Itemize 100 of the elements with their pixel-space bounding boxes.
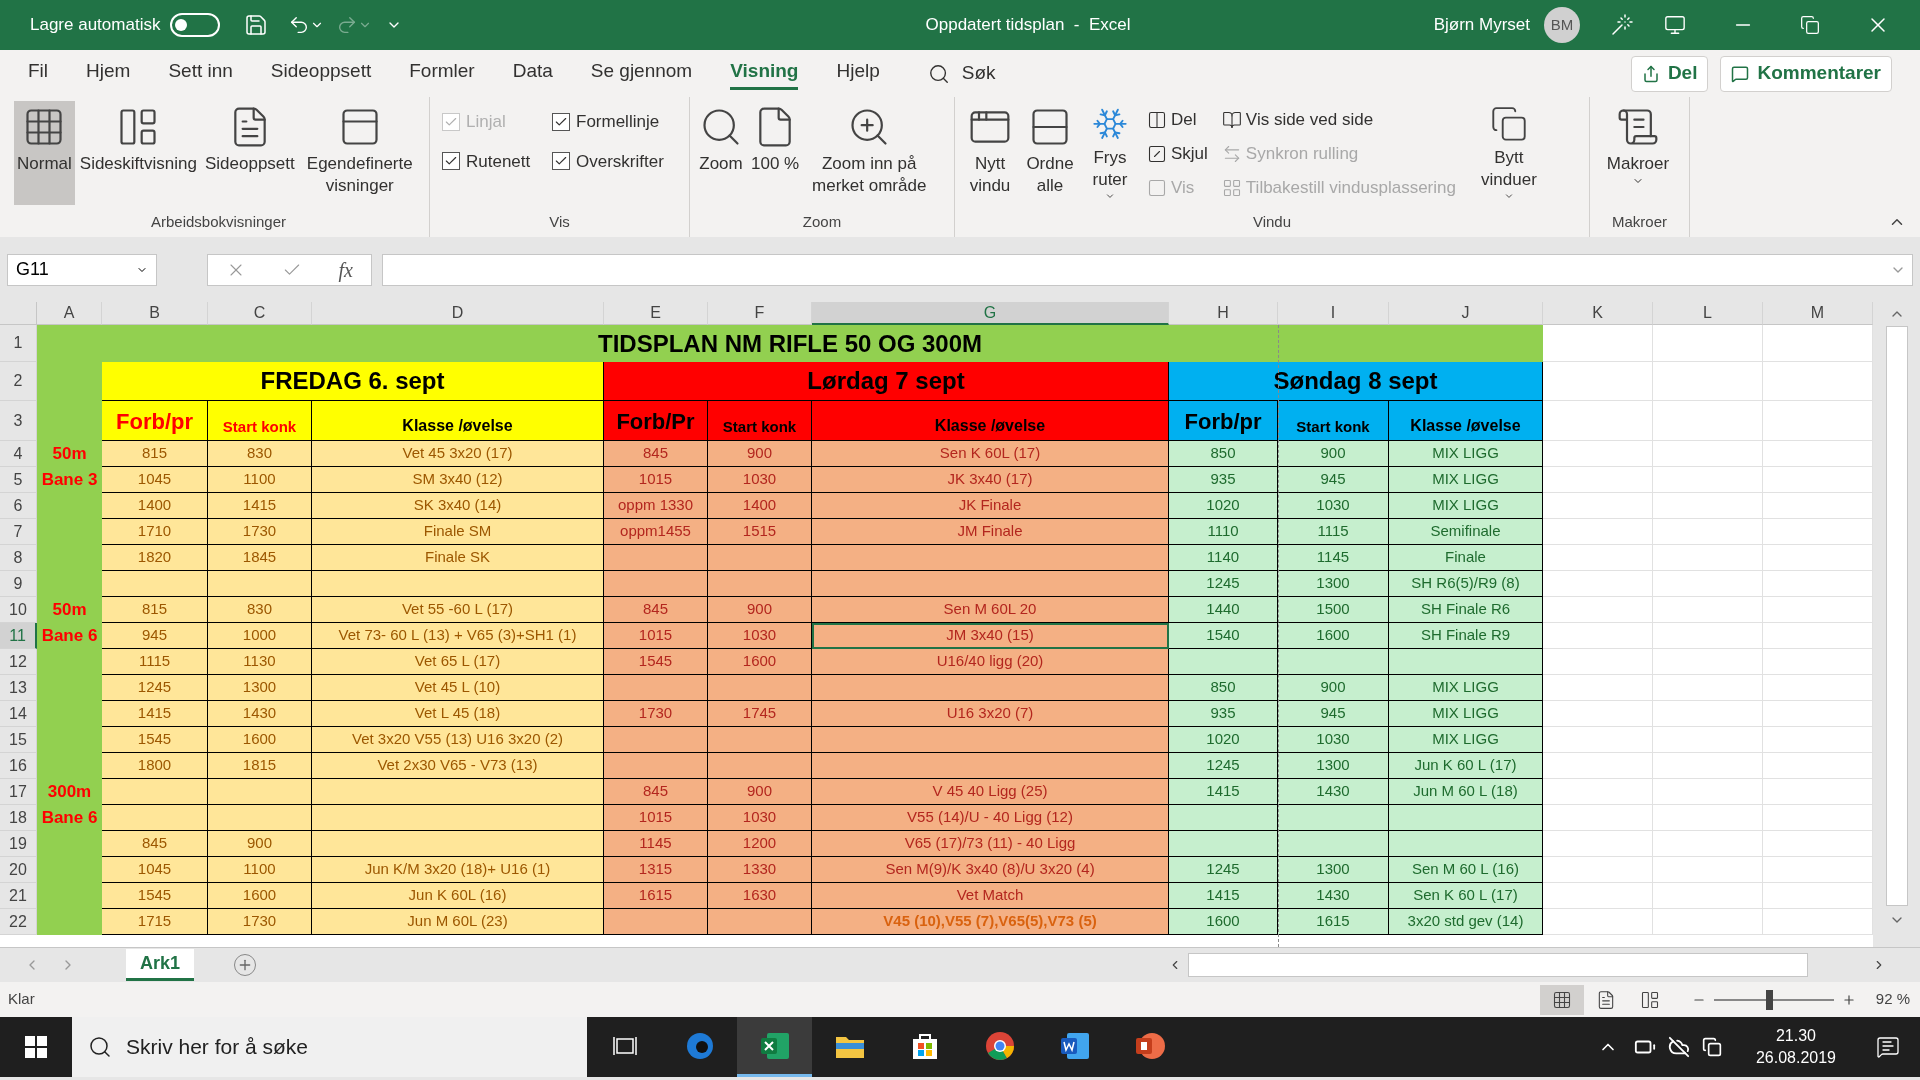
table-cell: 1030 xyxy=(708,467,812,493)
column-header[interactable]: A xyxy=(37,302,102,325)
ribbon-button[interactable]: Sideskiftvisning xyxy=(76,101,200,205)
sheet-tab[interactable]: Ark1 xyxy=(126,949,195,981)
table-cell: Bane 3 xyxy=(37,467,102,493)
user-avatar[interactable]: BM xyxy=(1544,7,1580,43)
checkbox[interactable]: Rutenett xyxy=(442,148,552,174)
row-number[interactable]: 10 xyxy=(0,597,37,623)
row-number[interactable]: 14 xyxy=(0,701,37,727)
row-number[interactable]: 22 xyxy=(0,909,37,935)
scrollbar-thumb[interactable] xyxy=(1885,326,1908,906)
table-cell: 850 xyxy=(1169,441,1278,467)
row-number[interactable]: 11 xyxy=(0,623,37,649)
ribbon-tab[interactable]: Sett inn xyxy=(168,56,233,91)
ribbon-button[interactable]: Vis side ved side xyxy=(1221,105,1456,135)
ribbon-button[interactable]: Del xyxy=(1147,105,1208,135)
column-heading: Klasse /øvelse xyxy=(312,401,604,441)
cloud-icon[interactable] xyxy=(1667,1036,1690,1058)
restore-icon[interactable] xyxy=(1800,15,1820,35)
table-cell: 1615 xyxy=(1278,909,1389,935)
column-header[interactable]: L xyxy=(1653,302,1763,325)
row-number[interactable]: 4 xyxy=(0,441,37,467)
name-box[interactable]: G11 xyxy=(7,253,157,286)
row-number[interactable]: 7 xyxy=(0,519,37,545)
ribbon-button[interactable]: Skjul xyxy=(1147,139,1208,169)
share-button[interactable]: Del xyxy=(1630,55,1709,92)
notifications-icon[interactable] xyxy=(1876,1035,1900,1059)
ribbon-tab[interactable]: Formler xyxy=(409,56,475,91)
table-cell: 1600 xyxy=(1169,909,1278,935)
column-header[interactable]: C xyxy=(208,302,312,325)
row-number[interactable]: 9 xyxy=(0,571,37,597)
table-cell: 1030 xyxy=(708,805,812,831)
column-header[interactable]: B xyxy=(102,302,208,325)
zoom-in-icon[interactable] xyxy=(1841,992,1856,1007)
comments-button[interactable]: Kommentarer xyxy=(1720,55,1892,92)
ribbon-tab[interactable]: Data xyxy=(512,56,553,91)
table-cell: 1600 xyxy=(208,883,312,909)
row-number[interactable]: 16 xyxy=(0,753,37,779)
row-number[interactable]: 20 xyxy=(0,857,37,883)
table-cell: 1500 xyxy=(1278,597,1389,623)
horizontal-scrollbar-thumb[interactable] xyxy=(1188,953,1808,977)
column-header[interactable]: D xyxy=(312,302,604,325)
ribbon-tab[interactable]: Visning xyxy=(730,56,799,91)
ribbon-button[interactable]: Frys ruter xyxy=(1081,101,1139,205)
split-icon xyxy=(1147,110,1167,130)
display-icon[interactable] xyxy=(1664,14,1686,36)
checkbox[interactable]: Formellinje xyxy=(552,109,682,135)
row-number[interactable]: 5 xyxy=(0,467,37,493)
ribbon-tab[interactable]: Sideoppsett xyxy=(270,56,372,91)
column-header[interactable]: E xyxy=(604,302,708,325)
ribbon-tab[interactable]: Se gjennom xyxy=(590,56,693,91)
ribbon-button[interactable]: Bytt vinduer xyxy=(1469,101,1548,205)
search-box[interactable]: Søk xyxy=(927,59,996,88)
row-number[interactable]: 15 xyxy=(0,727,37,753)
row-number[interactable]: 18 xyxy=(0,805,37,831)
autosave-toggle[interactable] xyxy=(170,13,221,37)
zoom-slider-thumb[interactable] xyxy=(1766,989,1773,1010)
row-number[interactable]: 1 xyxy=(0,325,37,362)
status-text: Klar xyxy=(8,989,35,1010)
row-number[interactable]: 12 xyxy=(0,649,37,675)
ribbon-tab[interactable]: Hjem xyxy=(86,56,131,91)
row-number[interactable]: 2 xyxy=(0,362,37,401)
row-number[interactable]: 21 xyxy=(0,883,37,909)
column-header[interactable]: K xyxy=(1543,302,1653,325)
column-header[interactable]: M xyxy=(1763,302,1873,325)
row-number[interactable]: 8 xyxy=(0,545,37,571)
start-icon[interactable] xyxy=(25,1036,47,1058)
ribbon-button[interactable]: Ordne alle xyxy=(1021,101,1079,205)
checkbox[interactable]: Overskrifter xyxy=(552,148,682,174)
column-header[interactable]: G xyxy=(812,302,1169,325)
view-button[interactable] xyxy=(1539,984,1584,1015)
ribbon-button[interactable]: Sideoppsett xyxy=(201,101,298,205)
table-cell: 1600 xyxy=(1278,623,1389,649)
column-header[interactable]: J xyxy=(1389,302,1543,325)
row-number[interactable]: 19 xyxy=(0,831,37,857)
row-number[interactable]: 17 xyxy=(0,779,37,805)
column-header[interactable]: H xyxy=(1169,302,1278,325)
column-header[interactable]: F xyxy=(708,302,812,325)
table-cell: 1545 xyxy=(102,727,208,753)
ribbon-button[interactable]: 100 % xyxy=(748,101,803,205)
wand-icon[interactable] xyxy=(1610,13,1634,37)
column-header[interactable]: I xyxy=(1278,302,1389,325)
group-label: Makroer xyxy=(1612,211,1667,232)
ribbon-button[interactable]: Nytt vindu xyxy=(961,101,1019,205)
insert-function-button[interactable]: fx xyxy=(338,254,353,285)
row-number[interactable]: 13 xyxy=(0,675,37,701)
ribbon-button[interactable]: Makroer xyxy=(1596,101,1680,205)
ribbon-button[interactable]: Zoom inn på merket område xyxy=(804,101,935,205)
taskbar-search[interactable]: Skriv her for å søke xyxy=(72,1017,587,1077)
zoom-level[interactable]: 92 % xyxy=(1875,988,1910,1011)
ribbon-button[interactable]: Egendefinerte visninger xyxy=(299,101,420,205)
ribbon-button[interactable]: Zoom xyxy=(696,101,746,205)
ribbon-button[interactable]: Normal xyxy=(14,101,75,205)
save-icon[interactable] xyxy=(244,13,269,37)
ribbon-tab[interactable]: Hjelp xyxy=(836,56,880,91)
ribbon-tab[interactable]: Fil xyxy=(28,56,49,91)
formula-input[interactable] xyxy=(382,253,1913,286)
row-number[interactable]: 3 xyxy=(0,401,37,441)
row-number[interactable]: 6 xyxy=(0,493,37,519)
table-cell: 1715 xyxy=(102,909,208,935)
